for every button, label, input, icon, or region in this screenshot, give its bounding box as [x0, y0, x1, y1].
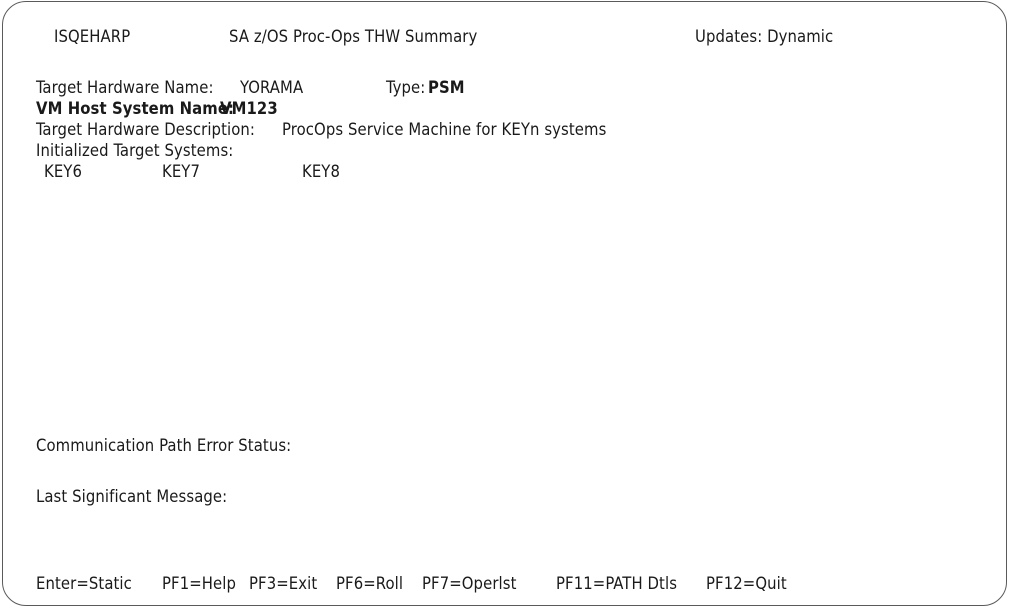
type-label: Type: — [386, 78, 426, 97]
description-value: ProcOps Service Machine for KEYn systems — [282, 120, 607, 139]
type-value: PSM — [428, 78, 465, 97]
description-label: Target Hardware Description: — [36, 120, 255, 139]
key-pf7-operlst[interactable]: PF7=Operlst — [422, 574, 517, 594]
terminal-screen: ISQEHARP SA z/OS Proc-Ops THW Summary Up… — [2, 1, 1007, 606]
comm-error-label: Communication Path Error Status: — [36, 436, 292, 455]
last-message-label: Last Significant Message: — [36, 487, 228, 506]
key-pf11-path-dtls[interactable]: PF11=PATH Dtls — [556, 574, 677, 594]
updates-status: Updates: Dynamic — [695, 27, 834, 46]
init-systems-label: Initialized Target Systems: — [36, 141, 234, 160]
system-item[interactable]: KEY8 — [302, 162, 340, 182]
panel-title: SA z/OS Proc-Ops THW Summary — [229, 27, 478, 46]
system-item[interactable]: KEY6 — [44, 162, 82, 182]
key-pf3-exit[interactable]: PF3=Exit — [249, 574, 317, 594]
key-pf6-roll[interactable]: PF6=Roll — [336, 574, 403, 594]
key-enter-static[interactable]: Enter=Static — [36, 574, 132, 594]
system-item[interactable]: KEY7 — [162, 162, 200, 182]
key-pf12-quit[interactable]: PF12=Quit — [706, 574, 787, 594]
hw-name-value: YORAMA — [240, 78, 304, 97]
vm-host-label: VM Host System Name: — [36, 99, 235, 118]
key-pf1-help[interactable]: PF1=Help — [162, 574, 236, 594]
vm-host-value: VM123 — [220, 99, 278, 118]
hw-name-label: Target Hardware Name: — [36, 78, 214, 97]
panel-id: ISQEHARP — [54, 27, 131, 46]
